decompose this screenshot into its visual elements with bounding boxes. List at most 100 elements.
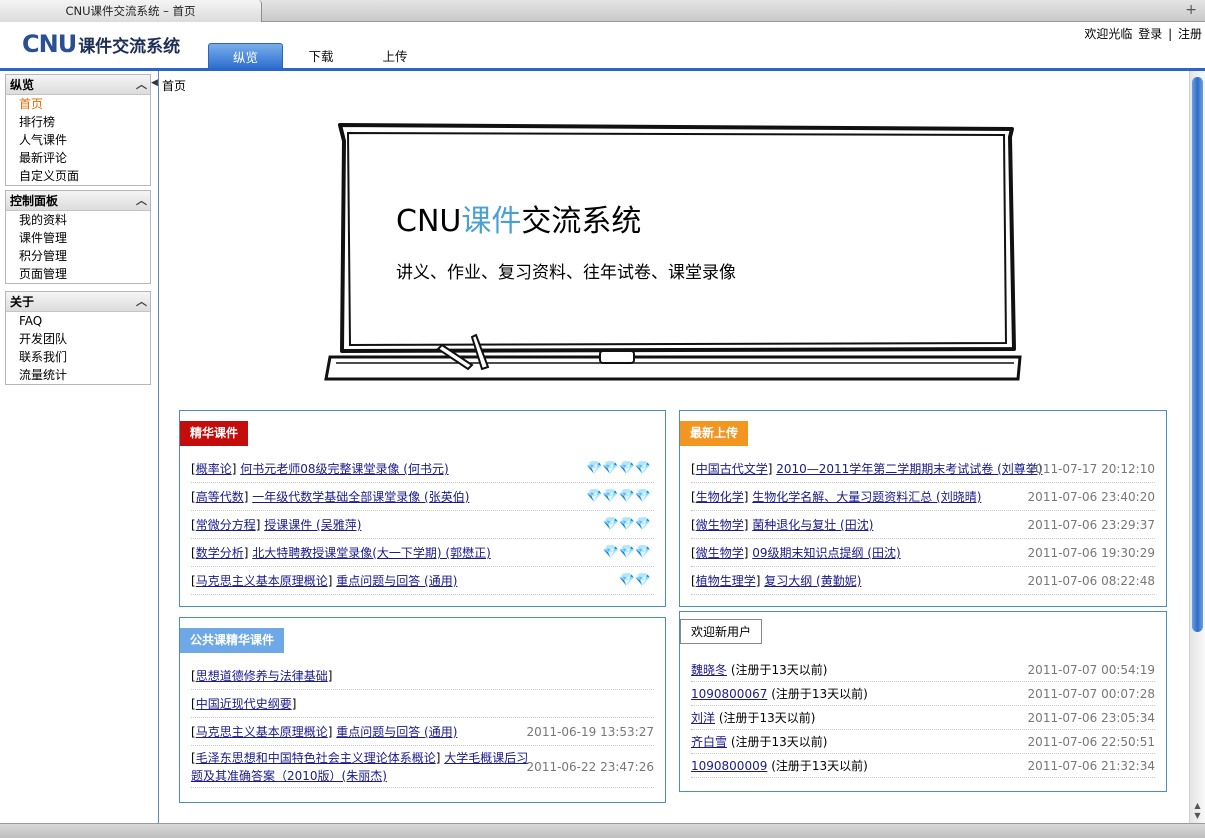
status-bar [0, 823, 1205, 838]
course-link[interactable]: 09级期末知识点提纲 (田沈) [752, 546, 900, 560]
latest-title: 最新上传 [680, 421, 749, 446]
course-link[interactable]: 一年级代数学基础全部课堂录像 (张英伯) [252, 490, 469, 504]
list-item: [数学分析] 北大特聘教授课堂录像(大一下学期) (郭懋正) 💎💎💎 [191, 539, 654, 567]
scrollbar-thumb[interactable] [1192, 77, 1203, 632]
category-link[interactable]: 中国古代文学 [696, 462, 768, 476]
course-link[interactable]: 生物化学名解、大量习题资料汇总 (刘晓晴) [752, 490, 981, 504]
course-link[interactable]: 北大特聘教授课堂录像(大一下学期) (郭懋正) [252, 546, 491, 560]
vertical-scrollbar[interactable]: ▲ ▼ [1189, 71, 1205, 823]
register-time: 2011-07-06 22:50:51 [1027, 735, 1155, 749]
register-note: (注册于13天以前) [730, 735, 828, 749]
scroll-down-arrow-icon[interactable]: ▼ [1190, 811, 1205, 821]
site-logo[interactable]: CNU 课件交流系统 [22, 30, 180, 60]
user-link[interactable]: 刘洋 [691, 711, 715, 725]
upload-time: 2011-07-06 23:40:20 [1027, 490, 1155, 504]
sidebar-section-header[interactable]: 控制面板 ︿ [6, 191, 150, 211]
public-courses-title: 公共课精华课件 [180, 628, 285, 653]
course-link[interactable]: 复习大纲 (黄勤妮) [764, 574, 861, 588]
category-link[interactable]: 生物化学 [696, 490, 744, 504]
upload-time: 2011-06-19 13:53:27 [526, 725, 654, 739]
chevron-up-icon[interactable]: ︿ [136, 191, 147, 211]
course-link[interactable]: 重点问题与回答 (通用) [336, 725, 457, 739]
sidebar-item-contact[interactable]: 联系我们 [6, 348, 150, 366]
chevron-up-icon[interactable]: ︿ [136, 292, 147, 312]
banner-title-highlight: 课件 [461, 204, 522, 239]
category-link[interactable]: 马克思主义基本原理概论 [196, 725, 328, 739]
diamond-rating-icon: 💎💎💎💎 [586, 461, 651, 476]
chevron-up-icon[interactable]: ︿ [136, 75, 147, 95]
scroll-arrows[interactable]: ▲ ▼ [1190, 801, 1205, 821]
browser-tab[interactable]: CNU课件交流系统 – 首页 [0, 0, 262, 22]
user-link[interactable]: 1090800067 [691, 687, 767, 701]
sidebar-section-header[interactable]: 纵览 ︿ [6, 75, 150, 95]
course-link[interactable]: 菌种退化与复壮 (田沈) [752, 518, 873, 532]
category-link[interactable]: 常微分方程 [196, 518, 256, 532]
tab-download[interactable]: 下载 [306, 43, 336, 68]
new-tab-plus-icon[interactable]: + [1185, 2, 1197, 18]
latest-list: [中国古代文学] 2010—2011学年第二学期期末考试试卷 (刘尊举) 2011… [691, 455, 1155, 595]
sidebar-item-courseware-mgmt[interactable]: 课件管理 [6, 229, 150, 247]
banner-title-cnu: CNU [396, 204, 462, 239]
sidebar-section-title: 纵览 [10, 78, 35, 92]
list-item: [毛泽东思想和中国特色社会主义理论体系概论] 大学毛概课后习题及其准确答案（20… [191, 746, 654, 788]
window-titlebar: CNU课件交流系统 – 首页 + [0, 0, 1205, 22]
category-link[interactable]: 毛泽东思想和中国特色社会主义理论体系概论 [196, 751, 436, 765]
upload-time: 2011-07-06 23:29:37 [1027, 518, 1155, 532]
category-link[interactable]: 微生物学 [696, 546, 744, 560]
sidebar-item-page-mgmt[interactable]: 页面管理 [6, 265, 150, 283]
sidebar-item-profile[interactable]: 我的资料 [6, 211, 150, 229]
sidebar-item-stats[interactable]: 流量统计 [6, 366, 150, 384]
sidebar-section-header[interactable]: 关于 ︿ [6, 292, 150, 312]
register-note: (注册于13天以前) [771, 687, 868, 701]
diamond-rating-icon: 💎💎💎 [602, 517, 651, 532]
collapse-sidebar-icon[interactable]: ◀ [151, 78, 158, 88]
course-link[interactable]: 授课课件 (吴雅萍) [264, 518, 361, 532]
category-link[interactable]: 微生物学 [696, 518, 744, 532]
course-link[interactable]: 2010—2011学年第二学期期末考试试卷 (刘尊举) [776, 462, 1042, 476]
upload-time: 2011-07-06 19:30:29 [1027, 546, 1155, 560]
user-link[interactable]: 齐白雪 [691, 735, 727, 749]
public-courses-panel: 公共课精华课件 [思想道德修养与法律基础] [中国近现代史纲要] [马克思主义基… [179, 617, 666, 803]
logo-cnu: CNU [22, 30, 77, 58]
user-link[interactable]: 1090800009 [691, 759, 767, 773]
register-time: 2011-07-06 23:05:34 [1027, 711, 1155, 725]
list-item: 1090800009 (注册于13天以前) 2011-07-06 21:32:34 [691, 754, 1155, 778]
login-link[interactable]: 登录 [1138, 27, 1162, 41]
sidebar-item-points-mgmt[interactable]: 积分管理 [6, 247, 150, 265]
tab-upload[interactable]: 上传 [380, 43, 410, 68]
sidebar-item-faq[interactable]: FAQ [6, 312, 150, 330]
category-link[interactable]: 高等代数 [196, 490, 244, 504]
sidebar-item-comments[interactable]: 最新评论 [6, 149, 150, 167]
blackboard-drawing [324, 123, 1022, 381]
category-link[interactable]: 马克思主义基本原理概论 [196, 574, 328, 588]
scroll-up-arrow-icon[interactable]: ▲ [1190, 801, 1205, 811]
sidebar-item-ranking[interactable]: 排行榜 [6, 113, 150, 131]
course-link[interactable]: 何书元老师08级完整课堂录像 (何书元) [240, 462, 448, 476]
sidebar-item-popular[interactable]: 人气课件 [6, 131, 150, 149]
user-link[interactable]: 魏晓冬 [691, 663, 727, 677]
banner-title: CNU课件交流系统 [396, 196, 641, 240]
course-link[interactable]: 重点问题与回答 (通用) [336, 574, 457, 588]
sidebar-section-control-panel: 控制面板 ︿ 我的资料 课件管理 积分管理 页面管理 [5, 190, 151, 284]
featured-panel: 精华课件 [概率论] 何书元老师08级完整课堂录像 (何书元) 💎💎💎💎 [高等代… [179, 410, 666, 607]
tab-overview[interactable]: 纵览 [208, 43, 283, 68]
category-link[interactable]: 植物生理学 [696, 574, 756, 588]
diamond-rating-icon: 💎💎 [618, 573, 651, 588]
diamond-rating-icon: 💎💎💎 [602, 545, 651, 560]
new-users-list: 魏晓冬 (注册于13天以前) 2011-07-07 00:54:19 109080… [691, 658, 1155, 778]
sidebar-item-custom-page[interactable]: 自定义页面 [6, 167, 150, 185]
sidebar-item-team[interactable]: 开发团队 [6, 330, 150, 348]
list-item: 齐白雪 (注册于13天以前) 2011-07-06 22:50:51 [691, 730, 1155, 754]
list-item: 1090800067 (注册于13天以前) 2011-07-07 00:07:28 [691, 682, 1155, 706]
category-link[interactable]: 中国近现代史纲要 [196, 697, 292, 711]
banner-blackboard: CNU课件交流系统 讲义、作业、复习资料、往年试卷、课堂录像 [324, 121, 1024, 386]
category-link[interactable]: 思想道德修养与法律基础 [196, 669, 328, 683]
sidebar-section-title: 关于 [10, 295, 35, 309]
register-link[interactable]: 注册 [1178, 27, 1202, 41]
new-users-panel: 欢迎新用户 魏晓冬 (注册于13天以前) 2011-07-07 00:54:19 … [679, 611, 1167, 792]
breadcrumb: 首页 [162, 79, 187, 93]
category-link[interactable]: 数学分析 [196, 546, 244, 560]
sidebar-item-home[interactable]: 首页 [6, 95, 150, 113]
category-link[interactable]: 概率论 [196, 462, 232, 476]
register-note: (注册于13天以前) [718, 711, 816, 725]
